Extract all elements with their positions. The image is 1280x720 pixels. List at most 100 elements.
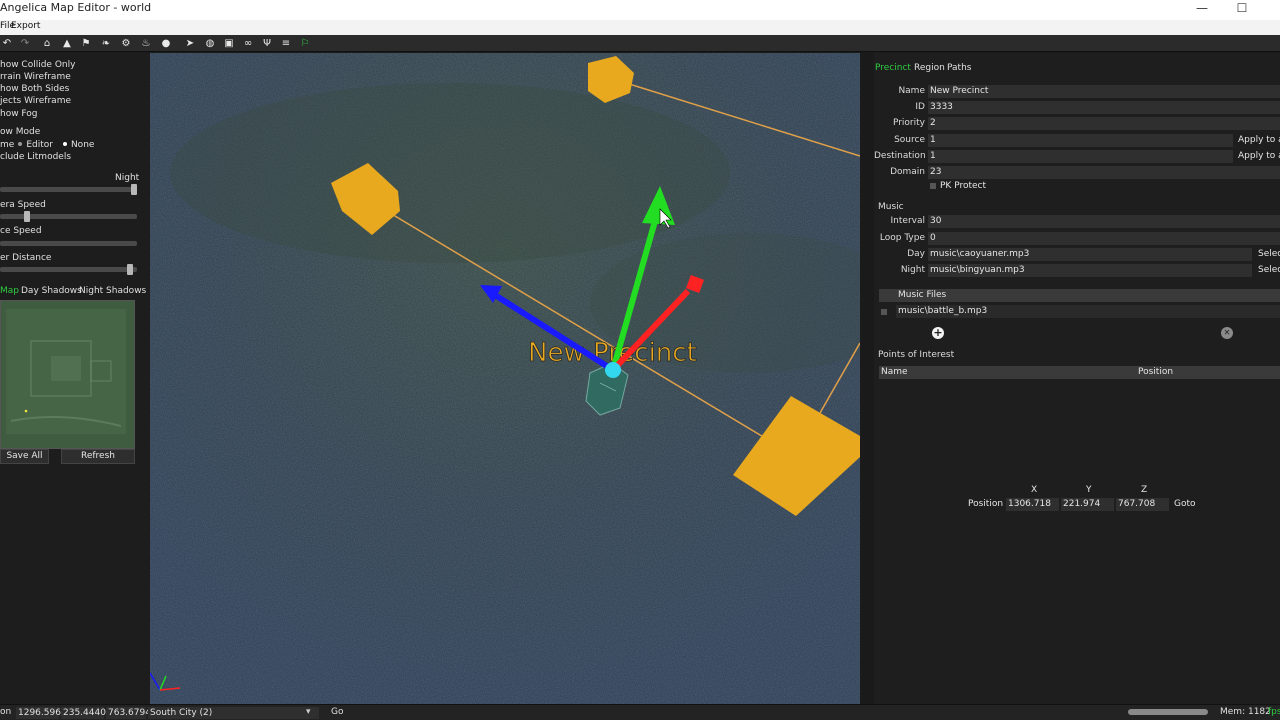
minimap[interactable]	[0, 300, 135, 449]
poi-section-title: Points of Interest	[878, 350, 955, 360]
mode-editor-radio[interactable]	[18, 142, 23, 146]
tab-paths[interactable]: Paths	[947, 63, 971, 73]
music-file-checkbox[interactable]	[881, 309, 887, 315]
tab-precinct[interactable]: Precinct	[875, 63, 911, 73]
position-z-field[interactable]: 767.708	[1116, 498, 1169, 511]
night-select-button[interactable]: Selec	[1258, 265, 1280, 275]
maximize-button[interactable]: ☐	[1219, 0, 1265, 20]
leaf-icon[interactable]: ❧	[99, 37, 113, 50]
music-file-item[interactable]: music\battle_b.mp3	[896, 305, 1280, 318]
pos-z-label: Z	[1141, 485, 1148, 495]
apply-source-button[interactable]: Apply to al	[1238, 135, 1280, 145]
gizmo-center[interactable]	[605, 362, 621, 378]
bulb-icon[interactable]: ●	[159, 37, 173, 50]
region-select[interactable]: South City (2)	[148, 707, 319, 719]
menu-export[interactable]: Export	[11, 21, 40, 31]
status-z-field[interactable]: 763.6794	[106, 707, 151, 719]
pk-protect-checkbox[interactable]	[930, 183, 936, 189]
globe-icon[interactable]: ◍	[203, 37, 217, 50]
position-status-label: on	[0, 707, 12, 717]
day-select-button[interactable]: Selec	[1258, 249, 1280, 259]
right-panel: Precinct Region Paths Name New Precinct …	[862, 53, 1280, 704]
interval-field[interactable]: 30	[928, 215, 1280, 228]
slider-knob[interactable]	[131, 184, 137, 195]
left-panel: how Collide Only rrain Wireframe how Bot…	[0, 53, 150, 704]
save-all-button[interactable]: Save All	[0, 449, 49, 464]
image-icon[interactable]: ▣	[222, 37, 236, 50]
source-field[interactable]: 1	[928, 134, 1233, 147]
go-button[interactable]: Go	[331, 707, 343, 717]
show-mode-radio-group: me Editor None	[0, 140, 94, 150]
pos-x-label: X	[1031, 485, 1038, 495]
slider-knob[interactable]	[24, 211, 30, 222]
interval-label: Interval	[890, 216, 925, 226]
gear-cluster-icon[interactable]: ⚙	[119, 37, 133, 50]
slider-knob[interactable]	[127, 264, 133, 275]
day-music-label: Day	[907, 249, 925, 259]
distance-slider[interactable]	[0, 264, 137, 275]
3d-viewport[interactable]: New Precinct	[150, 53, 860, 704]
tab-night-shadows[interactable]: Night Shadows	[79, 286, 146, 296]
title-bar: Angelica Map Editor - world — ☐ ✕	[0, 0, 1280, 20]
show-both-sides-toggle[interactable]: how Both Sides	[0, 84, 69, 94]
poi-col-name[interactable]: Name	[881, 366, 908, 379]
day-music-field[interactable]: music\caoyuaner.mp3	[928, 248, 1252, 261]
objects-wireframe-toggle[interactable]: jects Wireframe	[0, 96, 71, 106]
music-section-title: Music	[878, 202, 904, 212]
fire-icon[interactable]: ♨	[139, 37, 153, 50]
tab-region[interactable]: Region	[914, 63, 945, 73]
memory-scrollbar[interactable]	[1128, 709, 1208, 715]
night-slider[interactable]	[0, 184, 137, 195]
refresh-button[interactable]: Refresh	[61, 449, 135, 464]
x-circle-icon[interactable]: ✕	[1221, 327, 1233, 339]
destination-label: Destination	[874, 151, 926, 161]
priority-field[interactable]: 2	[928, 117, 1280, 130]
sprout-icon[interactable]: Ψ	[260, 37, 274, 50]
redo-icon[interactable]: ↷	[18, 37, 32, 50]
map-tabs: Map Day Shadows Night Shadows	[0, 283, 150, 299]
position-y-field[interactable]: 221.974	[1061, 498, 1114, 511]
status-y-field[interactable]: 235.4440	[61, 707, 106, 719]
status-bar: on 1296.5969 235.4440 763.6794 South Cit…	[0, 704, 1280, 720]
pos-y-label: Y	[1086, 485, 1092, 495]
home-icon[interactable]: ⌂	[40, 37, 54, 50]
mode-none-label: None	[70, 140, 95, 150]
night-music-field[interactable]: music\bingyuan.mp3	[928, 264, 1252, 277]
loop-type-field[interactable]: 0	[928, 232, 1280, 245]
name-field[interactable]: New Precinct	[928, 85, 1280, 98]
tab-map[interactable]: Map	[0, 286, 19, 296]
camera-speed-label: era Speed	[0, 200, 46, 210]
minimap-image	[1, 301, 134, 448]
camera-speed-slider[interactable]	[0, 211, 137, 222]
ce-speed-label: ce Speed	[0, 226, 42, 236]
destination-field[interactable]: 1	[928, 150, 1233, 163]
domain-label: Domain	[890, 167, 925, 177]
apply-destination-button[interactable]: Apply to al	[1238, 151, 1280, 161]
chevron-down-icon[interactable]: ▾	[306, 707, 311, 717]
green-flag-icon[interactable]: ⚐	[298, 37, 312, 50]
show-collide-only-toggle[interactable]: how Collide Only	[0, 60, 75, 70]
poi-col-position[interactable]: Position	[1138, 366, 1173, 379]
include-litmodels-toggle[interactable]: clude Litmodels	[0, 152, 71, 162]
id-field[interactable]: 3333	[928, 101, 1280, 114]
ce-speed-slider[interactable]	[0, 241, 137, 246]
flag-icon[interactable]: ⚑	[79, 37, 93, 50]
plus-circle-icon[interactable]: +	[932, 327, 944, 339]
goto-button[interactable]: Goto	[1174, 499, 1196, 509]
music-files-header: Music Files	[879, 289, 1280, 302]
pointer-icon[interactable]: ➤	[183, 37, 197, 50]
mode-none-radio[interactable]	[62, 142, 67, 146]
terrain-wireframe-toggle[interactable]: rrain Wireframe	[0, 72, 71, 82]
domain-field[interactable]: 23	[928, 166, 1280, 179]
memory-label: Mem: 1182	[1220, 707, 1271, 717]
grid-icon[interactable]: ≡	[279, 37, 293, 50]
tree-icon[interactable]: ▲	[60, 37, 74, 50]
position-x-field[interactable]: 1306.718	[1006, 498, 1059, 511]
show-fog-toggle[interactable]: how Fog	[0, 109, 38, 119]
status-x-field[interactable]: 1296.5969	[16, 707, 67, 719]
undo-icon[interactable]: ↶	[0, 37, 14, 50]
menu-bar: File Export	[0, 20, 1280, 35]
link-icon[interactable]: ∞	[241, 37, 255, 50]
tab-day-shadows[interactable]: Day Shadows	[21, 286, 82, 296]
scene[interactable]: New Precinct	[150, 53, 860, 704]
